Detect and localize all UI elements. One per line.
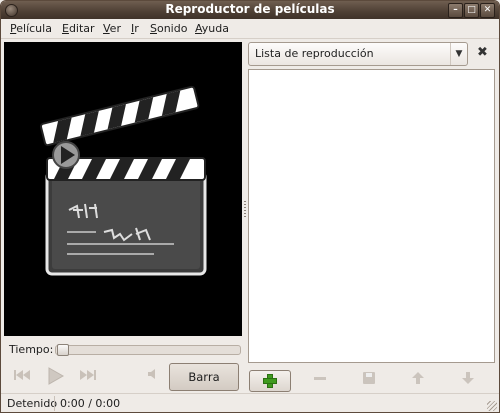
move-up-icon[interactable] xyxy=(408,371,428,391)
minimize-icon[interactable]: – xyxy=(448,3,463,18)
pane-splitter[interactable] xyxy=(244,201,246,219)
status-time: 0:00 / 0:00 xyxy=(60,397,121,410)
play-icon[interactable] xyxy=(43,367,67,387)
menu-ayuda[interactable]: Ayuda xyxy=(195,22,229,35)
menu-ir[interactable]: Ir xyxy=(131,22,139,35)
sidebar-toggle-button[interactable]: Barra lateral xyxy=(169,363,239,410)
title-bar: Reproductor de películas – □ ✕ xyxy=(1,1,499,19)
video-area[interactable] xyxy=(4,42,242,336)
app-window: Reproductor de películas – □ ✕ Película … xyxy=(0,0,500,413)
playlist-selector[interactable]: Lista de reproducción ▼ xyxy=(248,42,468,66)
playlist-list[interactable] xyxy=(248,69,495,363)
menu-pelicula[interactable]: Película xyxy=(10,22,52,35)
close-icon[interactable]: ✕ xyxy=(480,3,495,18)
add-icon xyxy=(263,374,277,388)
seek-slider[interactable] xyxy=(55,344,241,356)
maximize-icon[interactable]: □ xyxy=(464,3,479,18)
menu-editar[interactable]: Editar xyxy=(62,22,95,35)
close-sidebar-icon[interactable]: ✖ xyxy=(477,45,488,60)
menu-bar: Película Editar Ver Ir Sonido Ayuda xyxy=(1,19,499,39)
save-icon[interactable] xyxy=(359,371,379,391)
skip-back-icon[interactable] xyxy=(11,367,33,387)
chevron-down-icon[interactable]: ▼ xyxy=(450,43,467,65)
status-divider xyxy=(54,396,55,411)
add-to-playlist-button[interactable] xyxy=(249,370,291,392)
resize-grip[interactable] xyxy=(487,401,497,411)
playlist-selector-label: Lista de reproducción xyxy=(255,47,374,60)
status-bar: Detenido 0:00 / 0:00 xyxy=(1,393,499,412)
skip-forward-icon[interactable] xyxy=(77,367,99,387)
remove-icon[interactable] xyxy=(310,371,330,391)
status-state: Detenido xyxy=(7,397,58,410)
menu-ver[interactable]: Ver xyxy=(103,22,121,35)
window-title: Reproductor de películas xyxy=(165,2,335,16)
time-label: Tiempo: xyxy=(9,343,54,356)
move-down-icon[interactable] xyxy=(458,371,478,391)
menu-sonido[interactable]: Sonido xyxy=(150,22,187,35)
volume-icon[interactable] xyxy=(144,367,160,387)
seek-slider-knob[interactable] xyxy=(57,344,69,356)
clapperboard-logo xyxy=(40,85,207,276)
